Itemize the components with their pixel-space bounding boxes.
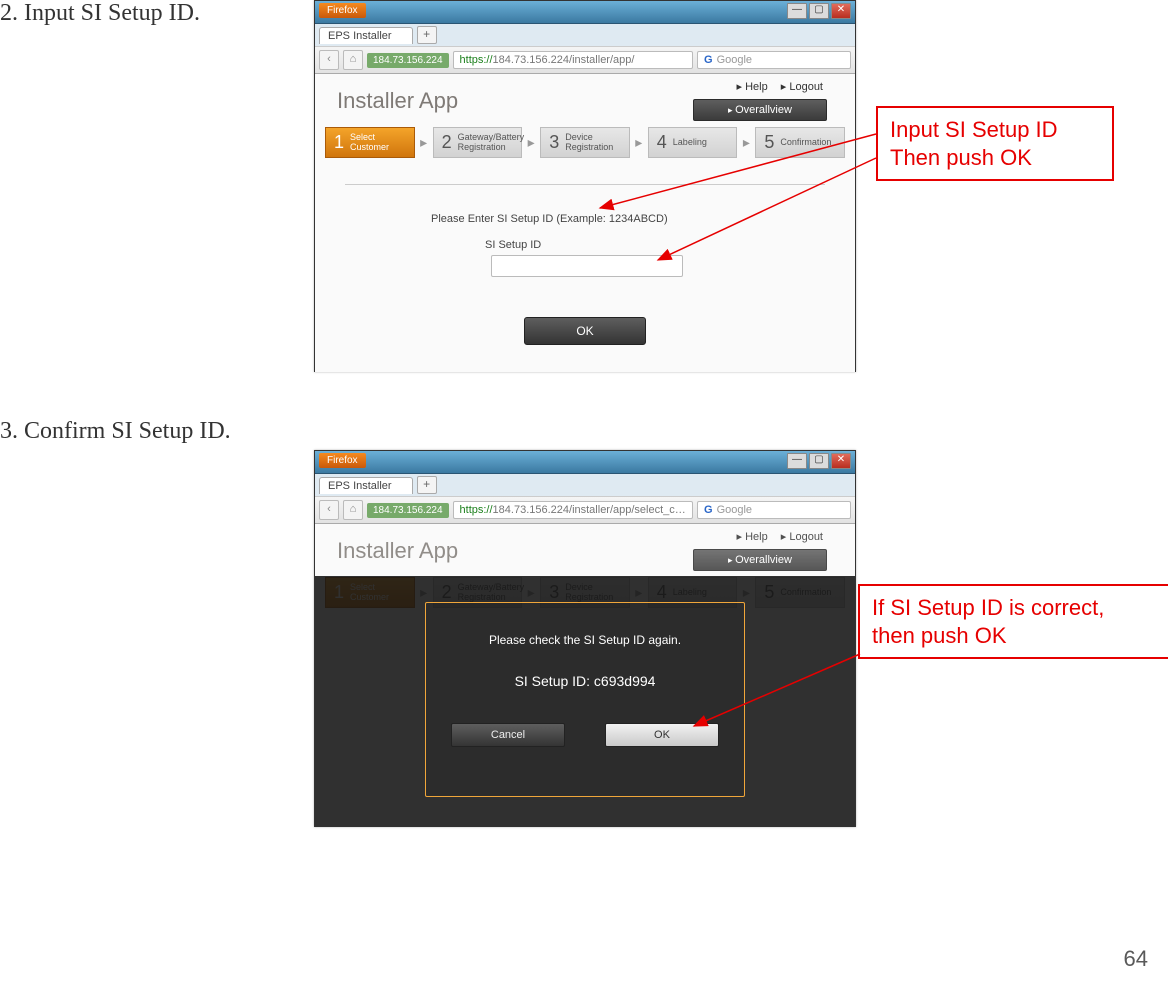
page-number: 64	[1124, 946, 1148, 972]
annotation-callout-1: Input SI Setup ID Then push OK	[876, 106, 1114, 181]
wizard-step-1[interactable]: 1 Select Customer	[325, 127, 415, 158]
new-tab-button[interactable]: +	[417, 476, 437, 494]
nav-home-button[interactable]: ⌂	[343, 50, 363, 70]
nav-back-button[interactable]: ‹	[319, 50, 339, 70]
annotation-callout-1-line2: Then push OK	[890, 144, 1100, 172]
chevron-right-icon: ▸	[630, 127, 648, 158]
help-link[interactable]: ▸ Help	[737, 531, 768, 543]
url-scheme: https://	[460, 54, 493, 66]
window-titlebar: Firefox — ▢ ✕	[315, 451, 855, 474]
window-minimize-button[interactable]: —	[787, 3, 807, 19]
wizard-step-3-num: 3	[549, 132, 559, 153]
browser-tab-bar: EPS Installer +	[315, 474, 855, 496]
site-identity-pill[interactable]: 184.73.156.224	[367, 503, 449, 518]
browser-tab[interactable]: EPS Installer	[319, 27, 413, 44]
confirm-modal: Please check the SI Setup ID again. SI S…	[425, 602, 745, 797]
url-rest: 184.73.156.224/installer/app/select_cust…	[493, 504, 693, 516]
app-title: Installer App	[329, 536, 458, 572]
header-links: ▸ Help ▸ Logout	[693, 80, 841, 97]
chevron-right-icon: ▸	[737, 127, 755, 158]
browser-tab-bar: EPS Installer +	[315, 24, 855, 46]
new-tab-button[interactable]: +	[417, 26, 437, 44]
ok-button[interactable]: OK	[605, 723, 719, 747]
wizard-step-5-num: 5	[764, 132, 774, 153]
url-scheme: https://	[460, 504, 493, 516]
nav-home-button[interactable]: ⌂	[343, 500, 363, 520]
google-icon: G	[704, 54, 713, 66]
wizard-step-3-label: Device Registration	[565, 133, 625, 153]
overallview-button[interactable]: Overallview	[693, 549, 827, 571]
divider	[345, 184, 825, 185]
annotation-callout-2: If SI Setup ID is correct, then push OK	[858, 584, 1168, 659]
wizard-step-4[interactable]: 4 Labeling	[648, 127, 738, 158]
browser-address-bar: ‹ ⌂ 184.73.156.224 https://184.73.156.22…	[315, 46, 855, 74]
wizard-step-1-num: 1	[334, 132, 344, 153]
browser-tab[interactable]: EPS Installer	[319, 477, 413, 494]
ok-button[interactable]: OK	[524, 317, 646, 345]
nav-back-button[interactable]: ‹	[319, 500, 339, 520]
window-minimize-button[interactable]: —	[787, 453, 807, 469]
doc-step3-heading: 3. Confirm SI Setup ID.	[0, 418, 231, 445]
wizard-step-4-num: 4	[657, 132, 667, 153]
wizard-step-bar: 1 Select Customer ▸ 2 Gateway/Battery Re…	[315, 127, 855, 168]
search-placeholder: Google	[717, 54, 752, 66]
confirm-modal-prompt: Please check the SI Setup ID again.	[426, 633, 744, 647]
si-setup-prompt: Please Enter SI Setup ID (Example: 1234A…	[431, 213, 855, 225]
annotation-callout-2-line2: then push OK	[872, 622, 1158, 650]
wizard-step-4-label: Labeling	[673, 138, 707, 148]
url-field[interactable]: https://184.73.156.224/installer/app/sel…	[453, 501, 693, 519]
wizard-step-2-num: 2	[442, 132, 452, 153]
wizard-step-2[interactable]: 2 Gateway/Battery Registration	[433, 127, 523, 158]
logout-link[interactable]: ▸ Logout	[781, 531, 823, 543]
wizard-step-5[interactable]: 5 Confirmation	[755, 127, 845, 158]
si-setup-id-label: SI Setup ID	[485, 239, 541, 251]
overallview-button[interactable]: Overallview	[693, 99, 827, 121]
browser-address-bar: ‹ ⌂ 184.73.156.224 https://184.73.156.22…	[315, 496, 855, 524]
url-field[interactable]: https://184.73.156.224/installer/app/	[453, 51, 693, 69]
si-setup-id-input[interactable]	[491, 255, 683, 277]
cancel-button[interactable]: Cancel	[451, 723, 565, 747]
app-header: Installer App ▸ Help ▸ Logout Overallvie…	[315, 74, 855, 168]
wizard-step-2-label: Gateway/Battery Registration	[458, 133, 525, 153]
firefox-menu-button[interactable]: Firefox	[319, 3, 366, 18]
chevron-right-icon: ▸	[522, 127, 540, 158]
app-title: Installer App	[329, 86, 458, 122]
google-icon: G	[704, 504, 713, 516]
header-links: ▸ Help ▸ Logout	[693, 530, 841, 547]
annotation-callout-1-line1: Input SI Setup ID	[890, 116, 1100, 144]
annotation-callout-2-line1: If SI Setup ID is correct,	[872, 594, 1158, 622]
logout-link[interactable]: ▸ Logout	[781, 81, 823, 93]
window-controls: — ▢ ✕	[787, 453, 851, 469]
site-identity-pill[interactable]: 184.73.156.224	[367, 53, 449, 68]
confirm-modal-value: SI Setup ID: c693d994	[426, 673, 744, 689]
wizard-step-1-label: Select Customer	[350, 133, 410, 153]
window-close-button[interactable]: ✕	[831, 3, 851, 19]
doc-step2-heading: 2. Input SI Setup ID.	[0, 0, 200, 27]
chevron-right-icon: ▸	[415, 127, 433, 158]
url-rest: 184.73.156.224/installer/app/	[493, 54, 635, 66]
window-maximize-button[interactable]: ▢	[809, 3, 829, 19]
wizard-step-3[interactable]: 3 Device Registration	[540, 127, 630, 158]
search-field[interactable]: G Google	[697, 51, 851, 69]
screenshot-1: Firefox — ▢ ✕ EPS Installer + ‹ ⌂ 184.73…	[314, 0, 856, 372]
search-placeholder: Google	[717, 504, 752, 516]
screenshot-2: Firefox — ▢ ✕ EPS Installer + ‹ ⌂ 184.73…	[314, 450, 856, 827]
window-controls: — ▢ ✕	[787, 3, 851, 19]
firefox-menu-button[interactable]: Firefox	[319, 453, 366, 468]
window-titlebar: Firefox — ▢ ✕	[315, 1, 855, 24]
wizard-step-5-label: Confirmation	[780, 138, 831, 148]
help-link[interactable]: ▸ Help	[737, 81, 768, 93]
window-maximize-button[interactable]: ▢	[809, 453, 829, 469]
search-field[interactable]: G Google	[697, 501, 851, 519]
window-close-button[interactable]: ✕	[831, 453, 851, 469]
